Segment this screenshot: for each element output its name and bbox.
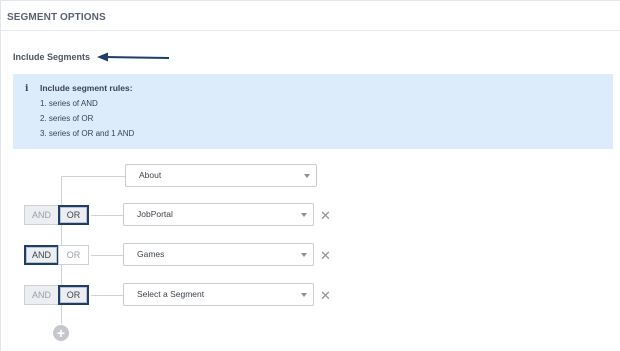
chevron-down-icon <box>301 253 307 257</box>
chevron-down-icon <box>301 293 307 297</box>
chevron-down-icon <box>301 213 307 217</box>
info-icon: i <box>25 84 29 94</box>
tree-connector <box>91 255 125 256</box>
and-option[interactable]: AND <box>24 285 59 305</box>
info-title: Include segment rules: <box>40 83 133 93</box>
left-arrow-icon <box>97 52 170 62</box>
tree-connector <box>61 176 125 177</box>
segment-options-panel: SEGMENT OPTIONS Include Segments i Inclu… <box>0 0 620 351</box>
info-rule: 1. series of AND <box>40 99 98 108</box>
include-segments-heading: Include Segments <box>13 52 91 62</box>
and-or-toggle[interactable]: AND OR <box>24 285 89 305</box>
segment-select-value: About <box>139 170 162 180</box>
info-rule: 3. series of OR and 1 AND <box>40 129 135 138</box>
segment-select-value: Select a Segment <box>137 289 205 299</box>
tree-connector <box>91 295 125 296</box>
segment-select[interactable]: About <box>125 164 317 187</box>
segment-select[interactable]: JobPortal <box>123 203 314 226</box>
remove-icon[interactable]: ✕ <box>320 289 331 302</box>
info-box: i Include segment rules: 1. series of AN… <box>13 74 613 149</box>
add-segment-button[interactable]: + <box>53 325 69 341</box>
remove-icon[interactable]: ✕ <box>320 209 331 222</box>
and-or-toggle[interactable]: AND OR <box>24 205 89 225</box>
info-rule: 2. series of OR <box>40 114 94 123</box>
remove-icon[interactable]: ✕ <box>320 249 331 262</box>
chevron-down-icon <box>304 174 310 178</box>
segment-select-value: JobPortal <box>137 209 173 219</box>
or-option[interactable]: OR <box>58 285 89 305</box>
and-or-toggle[interactable]: AND OR <box>24 245 89 265</box>
tree-connector <box>91 215 125 216</box>
segment-select[interactable]: Select a Segment <box>123 283 314 306</box>
segment-select[interactable]: Games <box>123 243 314 266</box>
or-option[interactable]: OR <box>58 245 89 265</box>
and-option[interactable]: AND <box>24 205 59 225</box>
section-title: SEGMENT OPTIONS <box>7 12 106 23</box>
section-divider <box>1 30 620 31</box>
segment-select-value: Games <box>137 249 165 259</box>
and-option[interactable]: AND <box>24 245 59 265</box>
or-option[interactable]: OR <box>58 205 89 225</box>
